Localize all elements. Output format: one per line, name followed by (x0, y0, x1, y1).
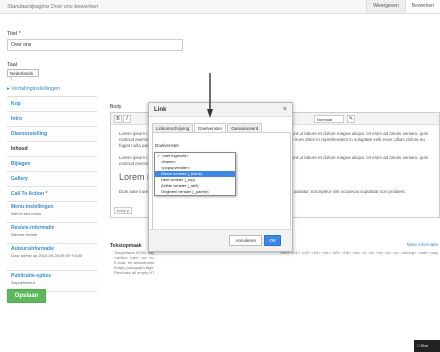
save-button[interactable]: Opslaan (7, 289, 46, 303)
sidebar-item-summary: Gepubliceerd (11, 280, 35, 285)
arrow-down-icon (207, 73, 213, 118)
dialog-header: Link × (149, 103, 292, 117)
breadcrumb-action: bewerken (74, 4, 99, 10)
format-value: Normaal (317, 117, 333, 122)
sidebar-item-label: Menu-instellingen (11, 204, 54, 210)
breadcrumb-title: Standaardpagina Over ons (7, 4, 73, 10)
target-dropdown-list[interactable]: ✓ <niet ingevuld> <frame> <popupvenster>… (154, 152, 236, 196)
target-label: Doelvenster (155, 143, 180, 148)
translations-toggle[interactable]: ▸ Vertalinginstellingen (7, 86, 60, 92)
breadcrumb: Standaardpagina Over ons bewerken (7, 4, 98, 10)
sidebar-item-kop[interactable]: Kop (7, 97, 97, 112)
title-label: Titel * (7, 31, 21, 37)
view-tabs: Weergeven Bewerken (366, 0, 440, 14)
source-button[interactable]: ✎ (347, 115, 355, 123)
sidebar-item-intro[interactable]: Intro (7, 112, 97, 127)
translations-link: Vertalinginstellingen (11, 86, 61, 92)
element-path[interactable]: body p (114, 207, 133, 214)
chat-icon: □ (417, 343, 420, 348)
bold-button[interactable]: B (114, 115, 122, 123)
triangle-right-icon: ▸ (7, 86, 10, 92)
sidebar-item-label: Publicatie-opties (11, 273, 52, 279)
tip-item: Removes all empty HTML tags. (114, 270, 154, 275)
share-button[interactable]: □ Sha (414, 340, 440, 352)
sidebar-item-label: Auteursinformatie (11, 246, 55, 252)
text-format-title: Tekstopmaak (110, 243, 142, 249)
dialog-body: Doelvenster ✓ <niet ingevuld> <frame> <p… (152, 132, 291, 231)
body-label: Body (110, 104, 122, 110)
language-label: Taal (7, 62, 18, 68)
sidebar-item-label: Revisie-informatie (11, 225, 55, 231)
close-icon[interactable]: × (283, 106, 287, 113)
select-arrows-icon: ↕ (10, 76, 13, 81)
sidebar-item-summary: Nieuwe revisie (11, 232, 38, 237)
edit-tab[interactable]: Bewerken (404, 0, 440, 13)
sidebar-item-diavoorstelling[interactable]: Diavoorstelling (7, 127, 97, 142)
cancel-button[interactable]: Annuleren (229, 235, 262, 246)
top-bar: Standaardpagina Over ons bewerken Weerge… (0, 0, 440, 14)
link-dialog: Link × Linkomschrijving Doelvenster Geav… (148, 102, 293, 252)
italic-button[interactable]: I (123, 115, 131, 123)
share-label: Sha (420, 343, 428, 348)
sidebar-item-gallery[interactable]: Gallery (7, 172, 97, 187)
vertical-tabs: Kop Intro Diavoorstelling Inhoud Bijlage… (7, 96, 97, 292)
view-tab[interactable]: Weergeven (366, 0, 405, 13)
sidebar-item-summary: Door admin op 2015-09-28 09:09 +0100 (11, 253, 83, 258)
sidebar-item-menu[interactable]: Menu-instellingen Niet in een menu (7, 202, 97, 223)
sidebar-item-summary: Niet in een menu (11, 211, 42, 216)
text-format-tips: Toegestane HTML-tags: <a> <em> <strong> … (114, 250, 154, 275)
allowed-tags-inline: <div> <h1> <h2> <h3> <h4> <h5> <h6> <hr>… (280, 250, 438, 255)
sidebar-item-call-to-action[interactable]: Call To Action * (7, 187, 97, 202)
language-select[interactable]: Nederlands ↕ (7, 69, 39, 81)
sidebar-item-inhoud[interactable]: Inhoud (7, 142, 97, 157)
title-input[interactable]: Over ons (7, 39, 183, 51)
page: Standaardpagina Over ons bewerken Weerge… (0, 0, 440, 352)
sidebar-item-bijlagen[interactable]: Bijlagen (7, 157, 97, 172)
language-value: Nederlands (10, 71, 34, 76)
required-marker: * (18, 31, 21, 37)
ok-button[interactable]: OK (264, 235, 281, 246)
more-info-link[interactable]: Meer informatie (407, 242, 438, 247)
sidebar-item-author[interactable]: Auteursinformatie Door admin op 2015-09-… (7, 244, 97, 271)
dropdown-option[interactable]: Origineel venster (_parent) (155, 189, 235, 195)
format-select[interactable]: Normaal (314, 115, 344, 123)
dialog-title: Link (154, 107, 167, 113)
dialog-footer: Annuleren OK (149, 229, 292, 251)
title-label-text: Titel (7, 31, 18, 37)
sidebar-item-revision[interactable]: Revisie-informatie Nieuwe revisie (7, 223, 97, 244)
